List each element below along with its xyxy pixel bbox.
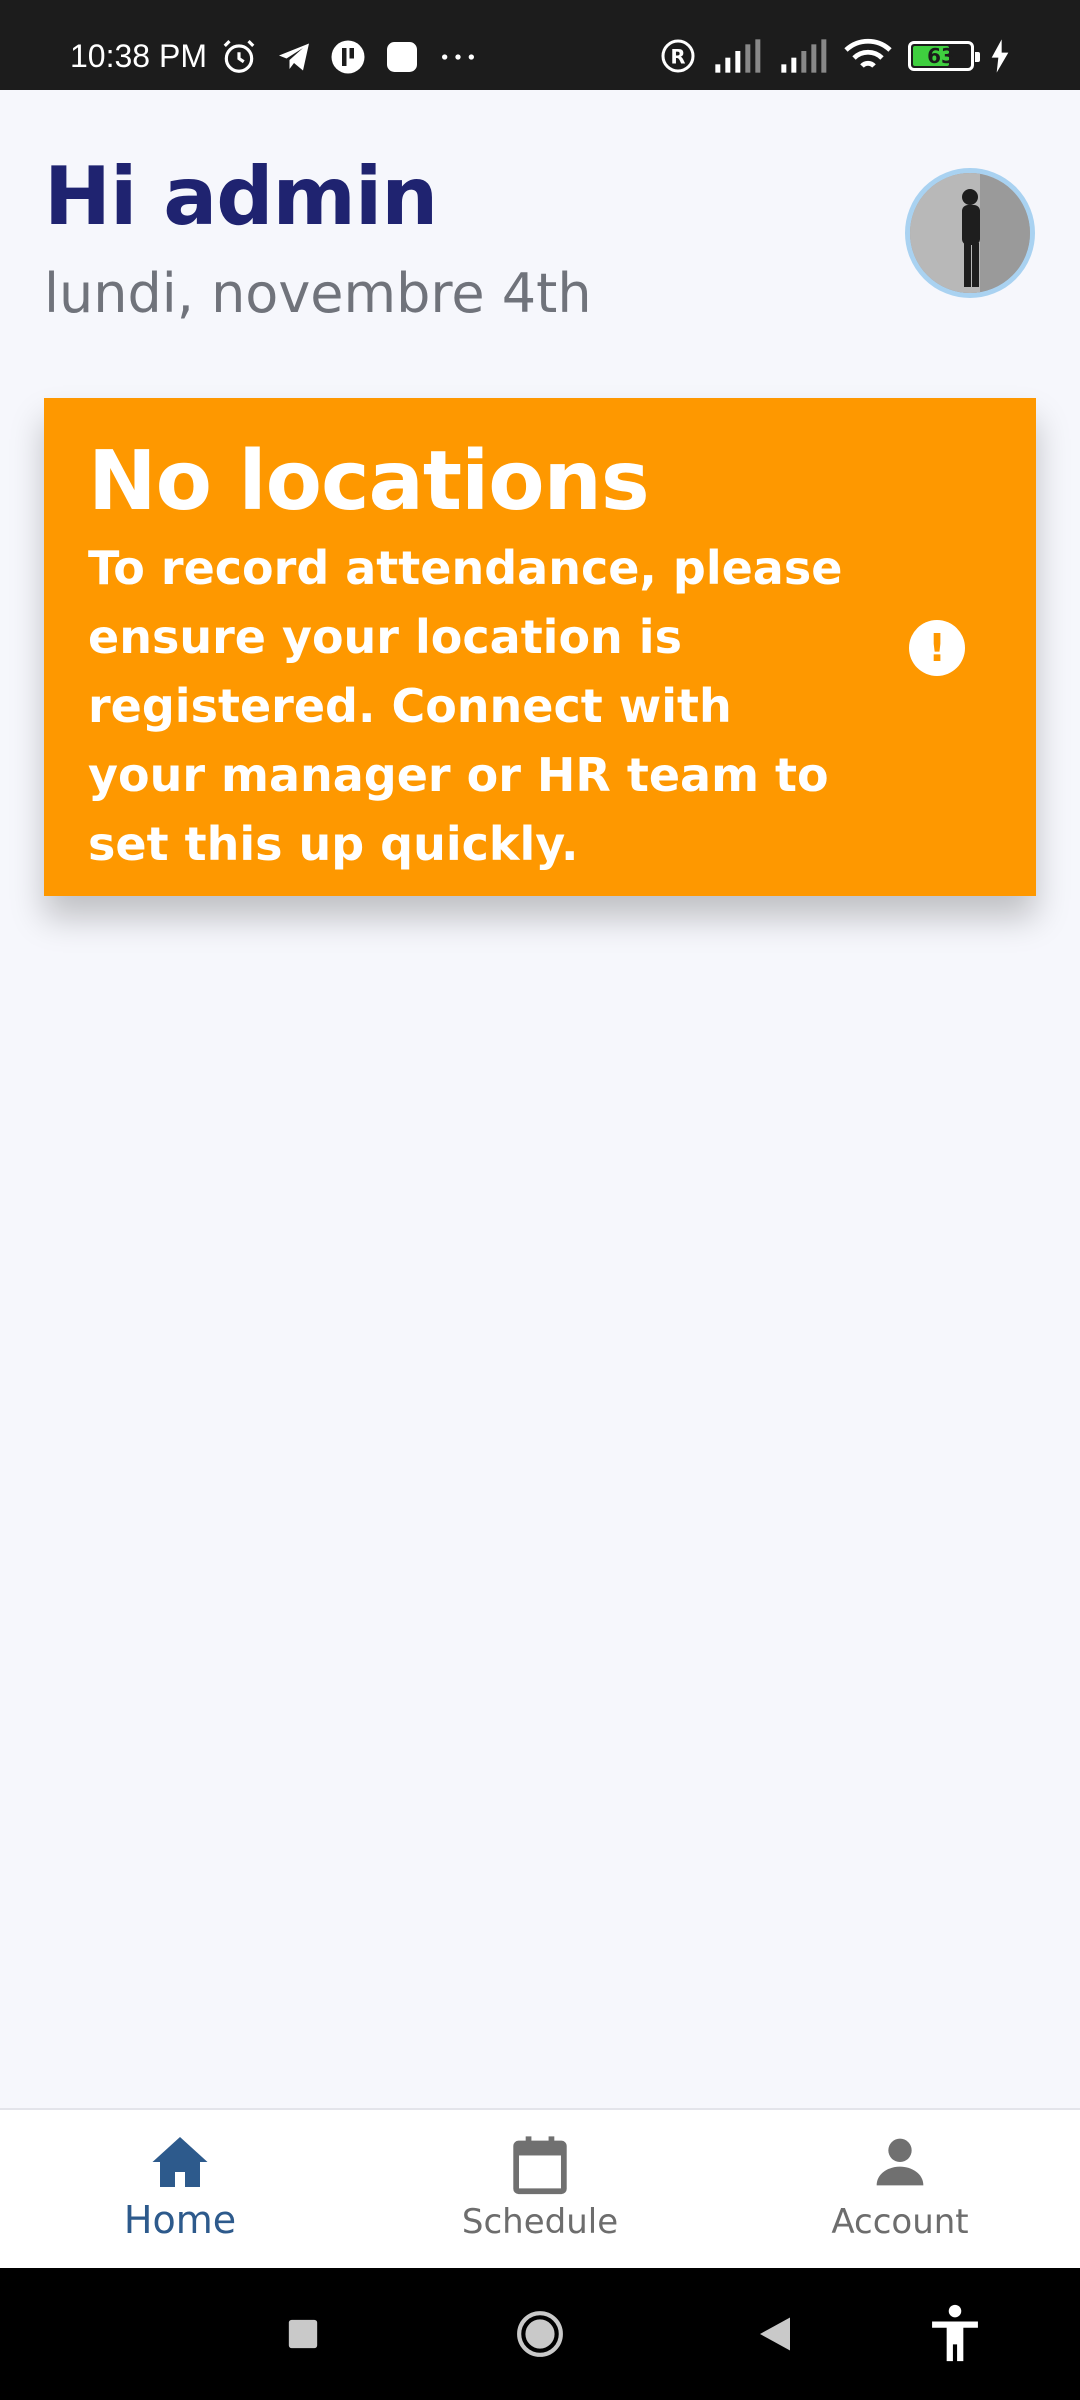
charging-icon [991, 39, 1009, 73]
nav-schedule-label: Schedule [461, 2202, 619, 2242]
status-left-icons [220, 38, 478, 76]
nav-account[interactable]: Account [720, 2110, 1080, 2270]
avatar[interactable] [905, 168, 1035, 298]
recents-button[interactable] [243, 2268, 363, 2400]
status-right-icons: R 63 [660, 38, 1010, 74]
status-time: 10:38 PM [70, 38, 207, 74]
circle-icon [517, 2311, 563, 2357]
wifi-icon [844, 38, 892, 68]
nav-home-label: Home [123, 2198, 237, 2242]
app-icon [331, 40, 365, 74]
calendar-icon [513, 2136, 567, 2195]
nav-account-label: Account [831, 2202, 969, 2242]
battery-icon: 63 [908, 41, 980, 71]
nav-schedule[interactable]: Schedule [360, 2110, 720, 2270]
back-triangle-icon [760, 2317, 790, 2351]
accessibility-button[interactable] [895, 2268, 1015, 2400]
svg-text:R: R [670, 46, 685, 69]
battery-level: 63 [927, 44, 955, 68]
square-app-icon [387, 42, 417, 72]
avatar-photo [910, 173, 1030, 293]
person-icon [876, 2138, 924, 2186]
signal-icon [781, 39, 827, 73]
signal-icon [715, 39, 761, 73]
registered-icon: R [661, 39, 695, 73]
square-icon [288, 2319, 318, 2349]
no-locations-banner: No locations To record attendance, pleas… [44, 398, 1036, 896]
status-bar: 10:38 PM R 63 [0, 0, 1080, 90]
back-button[interactable] [715, 2268, 835, 2400]
exclamation-icon: ! [909, 620, 965, 676]
accessibility-icon [932, 2304, 978, 2362]
home-icon [152, 2137, 208, 2187]
nav-home[interactable]: Home [0, 2110, 360, 2270]
home-system-button[interactable] [480, 2268, 600, 2400]
system-navigation-bar [0, 2268, 1080, 2400]
alarm-icon [223, 40, 255, 73]
banner-title: No locations [88, 434, 650, 529]
bottom-navigation: Home Schedule Account [0, 2108, 1080, 2268]
current-date: lundi, novembre 4th [44, 262, 592, 325]
banner-message: To record attendance, please ensure your… [88, 541, 843, 871]
more-icon [442, 54, 474, 60]
greeting-title: Hi admin [44, 150, 438, 243]
telegram-icon [279, 43, 309, 71]
